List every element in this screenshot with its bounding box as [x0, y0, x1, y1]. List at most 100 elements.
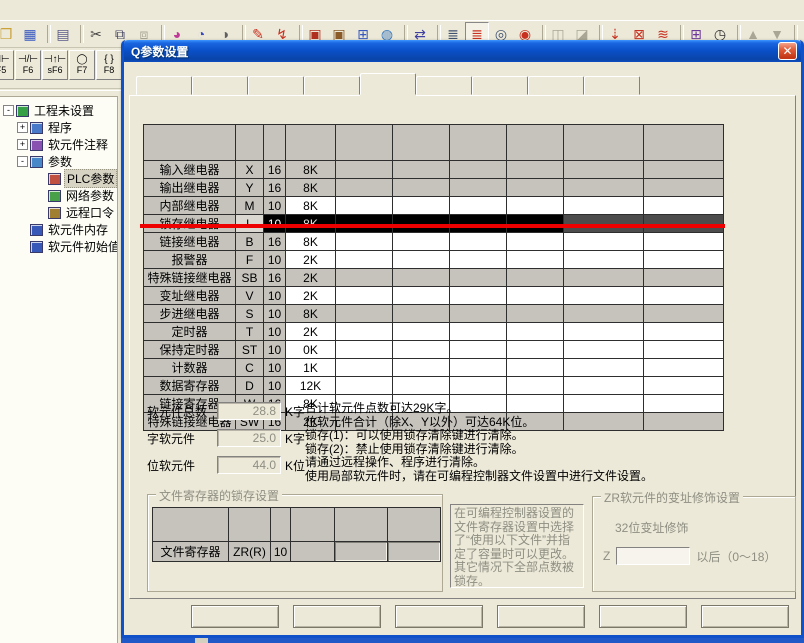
local-device-start-cell[interactable] [564, 197, 644, 215]
tab[interactable] [360, 73, 416, 95]
latch1-start-cell[interactable] [336, 341, 393, 359]
latch2-start-cell[interactable] [450, 377, 507, 395]
latch2-end-cell[interactable] [507, 251, 564, 269]
tab[interactable] [304, 76, 360, 95]
device-points-cell[interactable]: 2K [286, 323, 336, 341]
file-register-row[interactable]: 文件寄存器 ZR(R) 10 [153, 542, 441, 562]
latch2-start-cell[interactable] [450, 251, 507, 269]
local-device-start-cell[interactable] [564, 377, 644, 395]
dialog-button[interactable] [395, 605, 483, 628]
device-row[interactable]: 输出继电器 Y 16 8K [144, 179, 724, 197]
device-points-cell[interactable]: 2K [286, 287, 336, 305]
latch1-end-cell[interactable] [393, 341, 450, 359]
device-points-cell[interactable]: 2K [286, 269, 336, 287]
tab[interactable] [584, 76, 640, 95]
ladder-key-button[interactable]: { } F8 [96, 50, 122, 80]
dialog-titlebar[interactable]: Q参数设置 ✕ [124, 40, 801, 62]
device-points-cell[interactable]: 2K [286, 251, 336, 269]
latch1-start-cell[interactable] [336, 251, 393, 269]
file-register-latch2-start-cell[interactable] [335, 542, 388, 562]
local-device-start-cell[interactable] [564, 287, 644, 305]
device-row[interactable]: 定时器 T 10 2K [144, 323, 724, 341]
tree-item[interactable]: + 软元件注释 [2, 136, 117, 153]
device-points-cell[interactable]: 8K [286, 233, 336, 251]
latch1-end-cell[interactable] [393, 269, 450, 287]
latch1-end-cell[interactable] [393, 305, 450, 323]
latch1-end-cell[interactable] [393, 233, 450, 251]
ladder-key-button[interactable]: ◯ F7 [69, 50, 95, 80]
device-row[interactable]: 输入继电器 X 16 8K [144, 161, 724, 179]
ladder-key-button[interactable]: ⊣⊢ F5 [0, 50, 14, 80]
tree-expander[interactable]: - [17, 156, 28, 167]
latch1-start-cell[interactable] [336, 161, 393, 179]
device-row[interactable]: 内部继电器 M 10 8K [144, 197, 724, 215]
device-row[interactable]: 步进继电器 S 10 8K [144, 305, 724, 323]
latch1-start-cell[interactable] [336, 359, 393, 377]
latch1-end-cell[interactable] [393, 323, 450, 341]
menu-item[interactable] [182, 8, 202, 12]
dialog-button[interactable] [497, 605, 585, 628]
device-row[interactable]: 链接继电器 B 16 8K [144, 233, 724, 251]
toolbar-button[interactable]: ▦ [18, 22, 42, 46]
latch1-end-cell[interactable] [393, 251, 450, 269]
menu-item[interactable] [28, 8, 48, 12]
device-points-cell[interactable]: 8K [286, 305, 336, 323]
device-points-cell[interactable]: 8K [286, 179, 336, 197]
zr-index-input[interactable] [616, 547, 690, 565]
tree-item[interactable]: 软元件内存 [2, 221, 117, 238]
latch1-end-cell[interactable] [393, 197, 450, 215]
latch2-start-cell[interactable] [450, 179, 507, 197]
local-device-start-cell[interactable] [564, 359, 644, 377]
latch2-end-cell[interactable] [507, 197, 564, 215]
local-device-end-cell[interactable] [644, 323, 724, 341]
local-device-start-cell[interactable] [564, 179, 644, 197]
dialog-button[interactable] [191, 605, 279, 628]
tab[interactable] [192, 76, 248, 95]
local-device-end-cell[interactable] [644, 305, 724, 323]
latch2-end-cell[interactable] [507, 305, 564, 323]
latch2-end-cell[interactable] [507, 161, 564, 179]
tree-expander[interactable]: + [17, 139, 28, 150]
tree-item[interactable]: + 程序 [2, 119, 117, 136]
local-device-end-cell[interactable] [644, 161, 724, 179]
latch2-start-cell[interactable] [450, 233, 507, 251]
latch1-end-cell[interactable] [393, 359, 450, 377]
menu-item[interactable] [138, 8, 158, 12]
device-points-cell[interactable]: 0K [286, 341, 336, 359]
ladder-key-button[interactable]: ⊣/⊢ F6 [15, 50, 41, 80]
latch2-start-cell[interactable] [450, 161, 507, 179]
tab[interactable] [416, 76, 472, 95]
dialog-button[interactable] [293, 605, 381, 628]
menu-item[interactable] [72, 8, 92, 12]
file-register-points-cell[interactable] [291, 542, 335, 562]
latch1-start-cell[interactable] [336, 323, 393, 341]
local-device-end-cell[interactable] [644, 395, 724, 413]
latch2-end-cell[interactable] [507, 269, 564, 287]
toolbar-button[interactable]: ▤ [51, 22, 75, 46]
tree-item[interactable]: PLC参数 [2, 170, 117, 187]
tab[interactable] [528, 76, 584, 95]
tree-item[interactable]: 远程口令 [2, 204, 117, 221]
local-device-start-cell[interactable] [564, 251, 644, 269]
local-device-end-cell[interactable] [644, 233, 724, 251]
latch2-end-cell[interactable] [507, 377, 564, 395]
device-points-cell[interactable]: 1K [286, 359, 336, 377]
device-row[interactable]: 计数器 C 10 1K [144, 359, 724, 377]
device-points-cell[interactable]: 8K [286, 197, 336, 215]
latch1-start-cell[interactable] [336, 179, 393, 197]
local-device-end-cell[interactable] [644, 377, 724, 395]
local-device-start-cell[interactable] [564, 323, 644, 341]
device-row[interactable]: 报警器 F 10 2K [144, 251, 724, 269]
menu-item[interactable] [116, 8, 136, 12]
latch2-start-cell[interactable] [450, 305, 507, 323]
latch2-start-cell[interactable] [450, 287, 507, 305]
tree-expander[interactable]: + [17, 122, 28, 133]
local-device-end-cell[interactable] [644, 269, 724, 287]
latch2-start-cell[interactable] [450, 341, 507, 359]
latch2-end-cell[interactable] [507, 287, 564, 305]
tree-item[interactable]: - 工程未设置 [2, 102, 117, 119]
latch1-end-cell[interactable] [393, 179, 450, 197]
local-device-end-cell[interactable] [644, 179, 724, 197]
latch1-start-cell[interactable] [336, 377, 393, 395]
latch1-start-cell[interactable] [336, 305, 393, 323]
